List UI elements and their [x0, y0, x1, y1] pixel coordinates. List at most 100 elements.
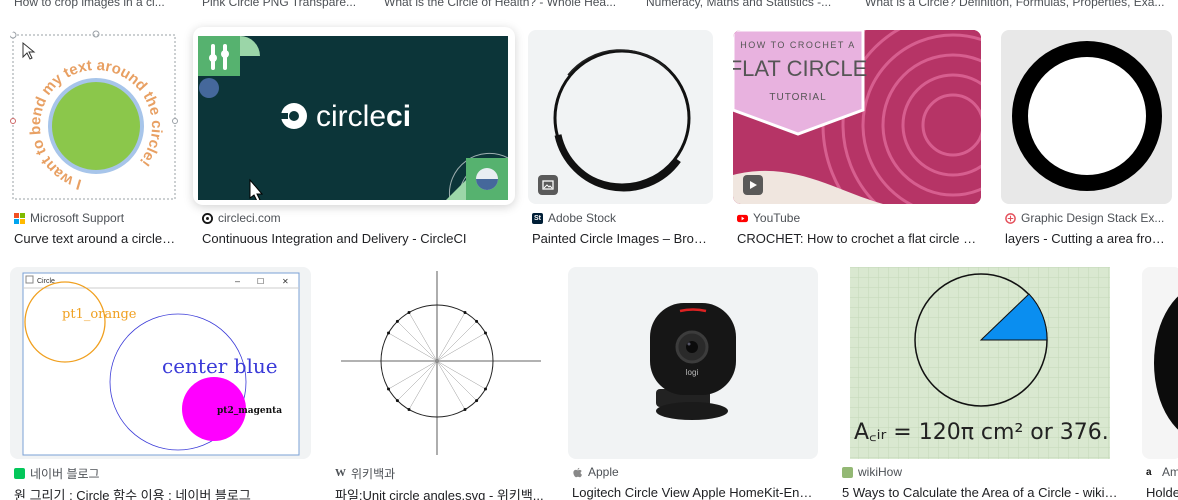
unit-circle-spoke: [408, 360, 438, 410]
result-source[interactable]: St Adobe Stock: [532, 211, 616, 225]
result-thumbnail[interactable]: [331, 267, 548, 459]
curved-text-thumbnail: I want to bend my text around the circle…: [10, 30, 178, 200]
source-label: Graphic Design Stack Ex...: [1021, 211, 1165, 225]
close-icon: ✕: [282, 277, 289, 286]
result-source[interactable]: Microsoft Support: [14, 211, 124, 225]
source-label: YouTube: [753, 211, 801, 225]
unit-circle-spoke: [436, 321, 477, 362]
youtube-icon: [737, 214, 748, 222]
prev-row-title-1[interactable]: How to crop images in a ci...: [14, 0, 184, 9]
unit-circle-point: [475, 319, 479, 323]
result-title[interactable]: 원 그리기 : Circle 함수 이용 : 네이버 블로그: [14, 485, 310, 500]
circle-area-thumbnail: A꜀ᵢᵣ = 120π cm² or 376.8cm²: [838, 267, 1110, 459]
result-thumbnail[interactable]: [1142, 267, 1178, 459]
unit-circle-point: [483, 387, 487, 391]
black-disc-thumbnail: [1154, 296, 1178, 430]
magenta-label: pt2_magenta: [217, 406, 282, 416]
unit-circle-point: [407, 407, 411, 411]
unit-circle-spoke: [397, 360, 438, 401]
adobe-stock-icon: St: [532, 212, 543, 224]
circleci-icon: [202, 212, 213, 224]
area-formula: A꜀ᵢᵣ = 120π cm² or 376.8cm²: [854, 420, 1110, 445]
amazon-icon: a: [1146, 466, 1157, 478]
source-label: circleci.com: [218, 211, 281, 225]
apple-icon: [573, 467, 582, 477]
unit-circle-point: [395, 319, 399, 323]
svg-text:circleci: circleci: [316, 100, 411, 133]
result-title[interactable]: CROCHET: How to crochet a flat circle | …: [737, 231, 977, 246]
unit-circle-point: [483, 331, 487, 335]
logi-wordmark: logi: [686, 368, 699, 377]
prev-row-title-2[interactable]: Pink Circle PNG Transpare...: [202, 0, 362, 9]
unit-circle-point: [475, 399, 479, 403]
image-icon: [538, 175, 558, 195]
result-thumbnail[interactable]: Circle – ☐ ✕ pt1_orange center blue pt2_…: [10, 267, 311, 459]
result-title[interactable]: Continuous Integration and Delivery - Ci…: [202, 231, 510, 246]
unit-circle-spoke: [436, 360, 486, 390]
naver-blog-icon: [14, 468, 25, 479]
prev-row-title-3[interactable]: What is the Circle of Health? - Whole He…: [384, 0, 620, 9]
source-label: 네이버 블로그: [30, 467, 100, 481]
result-title[interactable]: Painted Circle Images – Brow...: [532, 231, 712, 246]
unit-circle-spoke: [436, 312, 466, 362]
unit-circle-spoke: [436, 360, 466, 410]
wikipedia-icon: W: [335, 467, 346, 479]
unit-circle-spoke: [397, 321, 438, 362]
source-label: Am: [1162, 465, 1178, 479]
crochet-thumbnail: HOW TO CROCHET A FLAT CIRCLE TUTORIAL: [733, 30, 981, 204]
source-label: wikiHow: [858, 465, 903, 479]
source-label: Apple: [588, 465, 619, 479]
result-thumbnail[interactable]: I want to bend my text around the circle…: [10, 30, 178, 204]
unit-circle-point: [463, 311, 467, 315]
result-title[interactable]: layers - Cutting a area from ...: [1005, 231, 1170, 246]
result-source[interactable]: W 위키백과: [335, 465, 395, 482]
result-title[interactable]: 5 Ways to Calculate the Area of a Circle…: [842, 485, 1122, 500]
unit-circle-point: [395, 399, 399, 403]
play-icon: [743, 175, 763, 195]
result-title[interactable]: Logitech Circle View Apple HomeKit-Enabl…: [572, 485, 817, 500]
unit-circle-spoke: [436, 332, 486, 362]
result-source[interactable]: 네이버 블로그: [14, 465, 100, 482]
prev-row-title-5[interactable]: What is a Circle? Definition, Formulas, …: [865, 0, 1170, 9]
result-thumbnail[interactable]: HOW TO CROCHET A FLAT CIRCLE TUTORIAL: [733, 30, 981, 204]
unit-circle-point: [463, 407, 467, 411]
camera-thumbnail: logi: [650, 303, 736, 420]
graphic-design-se-icon: [1005, 212, 1016, 224]
result-source[interactable]: wikiHow: [842, 465, 902, 479]
result-source[interactable]: Graphic Design Stack Ex...: [1005, 211, 1164, 225]
result-source[interactable]: YouTube: [737, 211, 800, 225]
orange-label: pt1_orange: [62, 307, 137, 322]
microsoft-icon: [14, 212, 25, 224]
crochet-sub: TUTORIAL: [769, 92, 826, 103]
maximize-icon: ☐: [257, 277, 264, 286]
source-label: 위키백과: [351, 467, 396, 481]
result-thumbnail[interactable]: A꜀ᵢᵣ = 120π cm² or 376.8cm²: [838, 267, 1110, 459]
result-source[interactable]: circleci.com: [202, 211, 281, 225]
result-source[interactable]: Apple: [572, 465, 619, 479]
crochet-heading: FLAT CIRCLE: [733, 56, 867, 81]
unit-circle-spoke: [388, 360, 438, 390]
unit-circle-thumbnail: [341, 271, 541, 455]
circleci-thumbnail: circleci: [198, 36, 508, 200]
result-source[interactable]: a Am: [1146, 465, 1178, 479]
circleci-wordmark-a: circle: [316, 100, 386, 133]
circle-window-thumbnail: Circle – ☐ ✕ pt1_orange center blue pt2_…: [22, 272, 300, 456]
prev-row-title-4[interactable]: Numeracy, Maths and Statistics -...: [646, 0, 842, 9]
unit-circle-point: [407, 311, 411, 315]
result-thumbnail[interactable]: logi: [568, 267, 818, 459]
result-thumbnail[interactable]: [1001, 30, 1172, 204]
unit-circle-spoke: [408, 312, 438, 362]
image-results-grid: { "top_row_titles": ["How to crop images…: [0, 0, 1178, 500]
minimize-icon: –: [235, 276, 240, 286]
result-title[interactable]: Curve text around a circle o...: [14, 231, 178, 246]
crochet-kicker: HOW TO CROCHET A: [740, 40, 856, 50]
circleci-wordmark-b: ci: [386, 100, 411, 133]
result-thumbnail[interactable]: [528, 30, 713, 204]
result-title[interactable]: 파일:Unit circle angles.svg - 위키백...: [335, 485, 545, 500]
result-title[interactable]: Holde: [1146, 485, 1178, 500]
wikihow-icon: [842, 466, 853, 478]
blue-label: center blue: [162, 354, 278, 378]
source-label: Microsoft Support: [30, 211, 125, 225]
black-ring-thumbnail: [1012, 41, 1162, 191]
result-thumbnail[interactable]: circleci: [198, 36, 508, 200]
